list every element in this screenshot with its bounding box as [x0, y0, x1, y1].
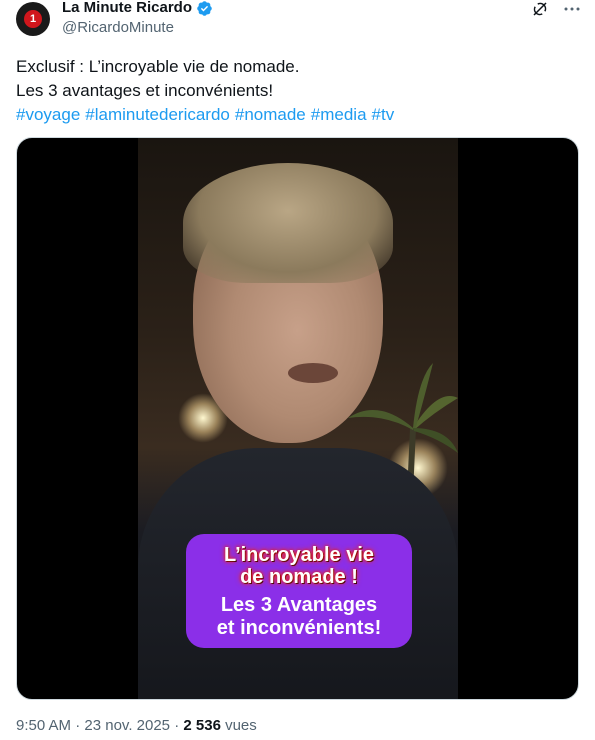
caption-line-3: Les 3 Avantages: [220, 594, 378, 616]
tweet-top-actions: [531, 0, 581, 18]
caption-line-2: de nomade !: [240, 566, 358, 588]
tweet-body: Exclusif : L’incroyable vie de nomade. L…: [16, 55, 576, 127]
views-label: vues: [220, 717, 257, 734]
caption-line-4: et inconvénients!: [216, 617, 382, 639]
meta-separator: ·: [71, 717, 85, 734]
avatar-logo: 1: [24, 10, 42, 28]
grok-icon[interactable]: [531, 0, 549, 18]
hashtag-link[interactable]: #voyage: [16, 105, 80, 124]
video-player[interactable]: L’incroyable vie de nomade ! Les 3 Avant…: [16, 137, 579, 700]
author-avatar[interactable]: 1: [16, 2, 50, 36]
video-caption-overlay: L’incroyable vie de nomade ! Les 3 Avant…: [186, 534, 412, 648]
tweet-text-line-2: Les 3 avantages et inconvénients!: [16, 81, 274, 100]
views-count[interactable]: 2 536: [183, 717, 221, 734]
tweet-text-line-1: Exclusif : L’incroyable vie de nomade.: [16, 57, 300, 76]
author-display-name[interactable]: La Minute Ricardo: [62, 0, 192, 18]
author-name-row: La Minute Ricardo: [62, 0, 213, 18]
hashtag-link[interactable]: #laminutedericardo: [85, 105, 230, 124]
tweet-meta: 9:50 AM · 23 nov. 2025 · 2 536 vues: [16, 716, 257, 736]
verified-badge-icon: [197, 0, 212, 16]
hair-image: [183, 163, 393, 283]
meta-separator: ·: [170, 717, 184, 734]
author-handle[interactable]: @RicardoMinute: [62, 18, 174, 38]
tweet-date[interactable]: 23 nov. 2025: [84, 717, 170, 734]
hashtag-link[interactable]: #nomade: [235, 105, 306, 124]
more-icon[interactable]: [563, 0, 581, 18]
hashtag-link[interactable]: #media: [311, 105, 367, 124]
caption-line-1: L’incroyable vie: [223, 544, 375, 566]
tweet-time[interactable]: 9:50 AM: [16, 717, 71, 734]
video-frame[interactable]: L’incroyable vie de nomade ! Les 3 Avant…: [138, 138, 458, 699]
hashtag-link[interactable]: #tv: [372, 105, 395, 124]
hashtag-list: #voyage #laminutedericardo #nomade #media #t…: [16, 103, 576, 127]
mouth-image: [288, 363, 338, 383]
